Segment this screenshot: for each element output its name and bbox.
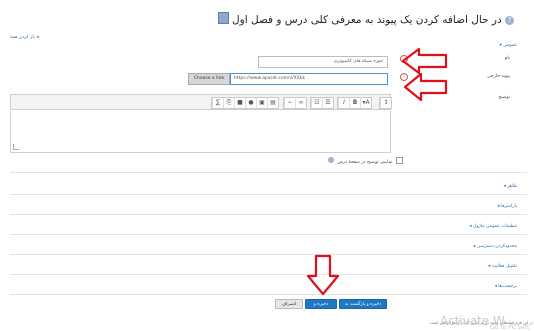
windows-activation-subtext: Go to PC sett	[490, 324, 530, 331]
annotation-overlay	[306, 47, 448, 296]
annotation-arrow-save	[306, 254, 340, 296]
annotation-arrow-name	[401, 47, 448, 75]
annotation-arrow-url	[403, 72, 448, 102]
